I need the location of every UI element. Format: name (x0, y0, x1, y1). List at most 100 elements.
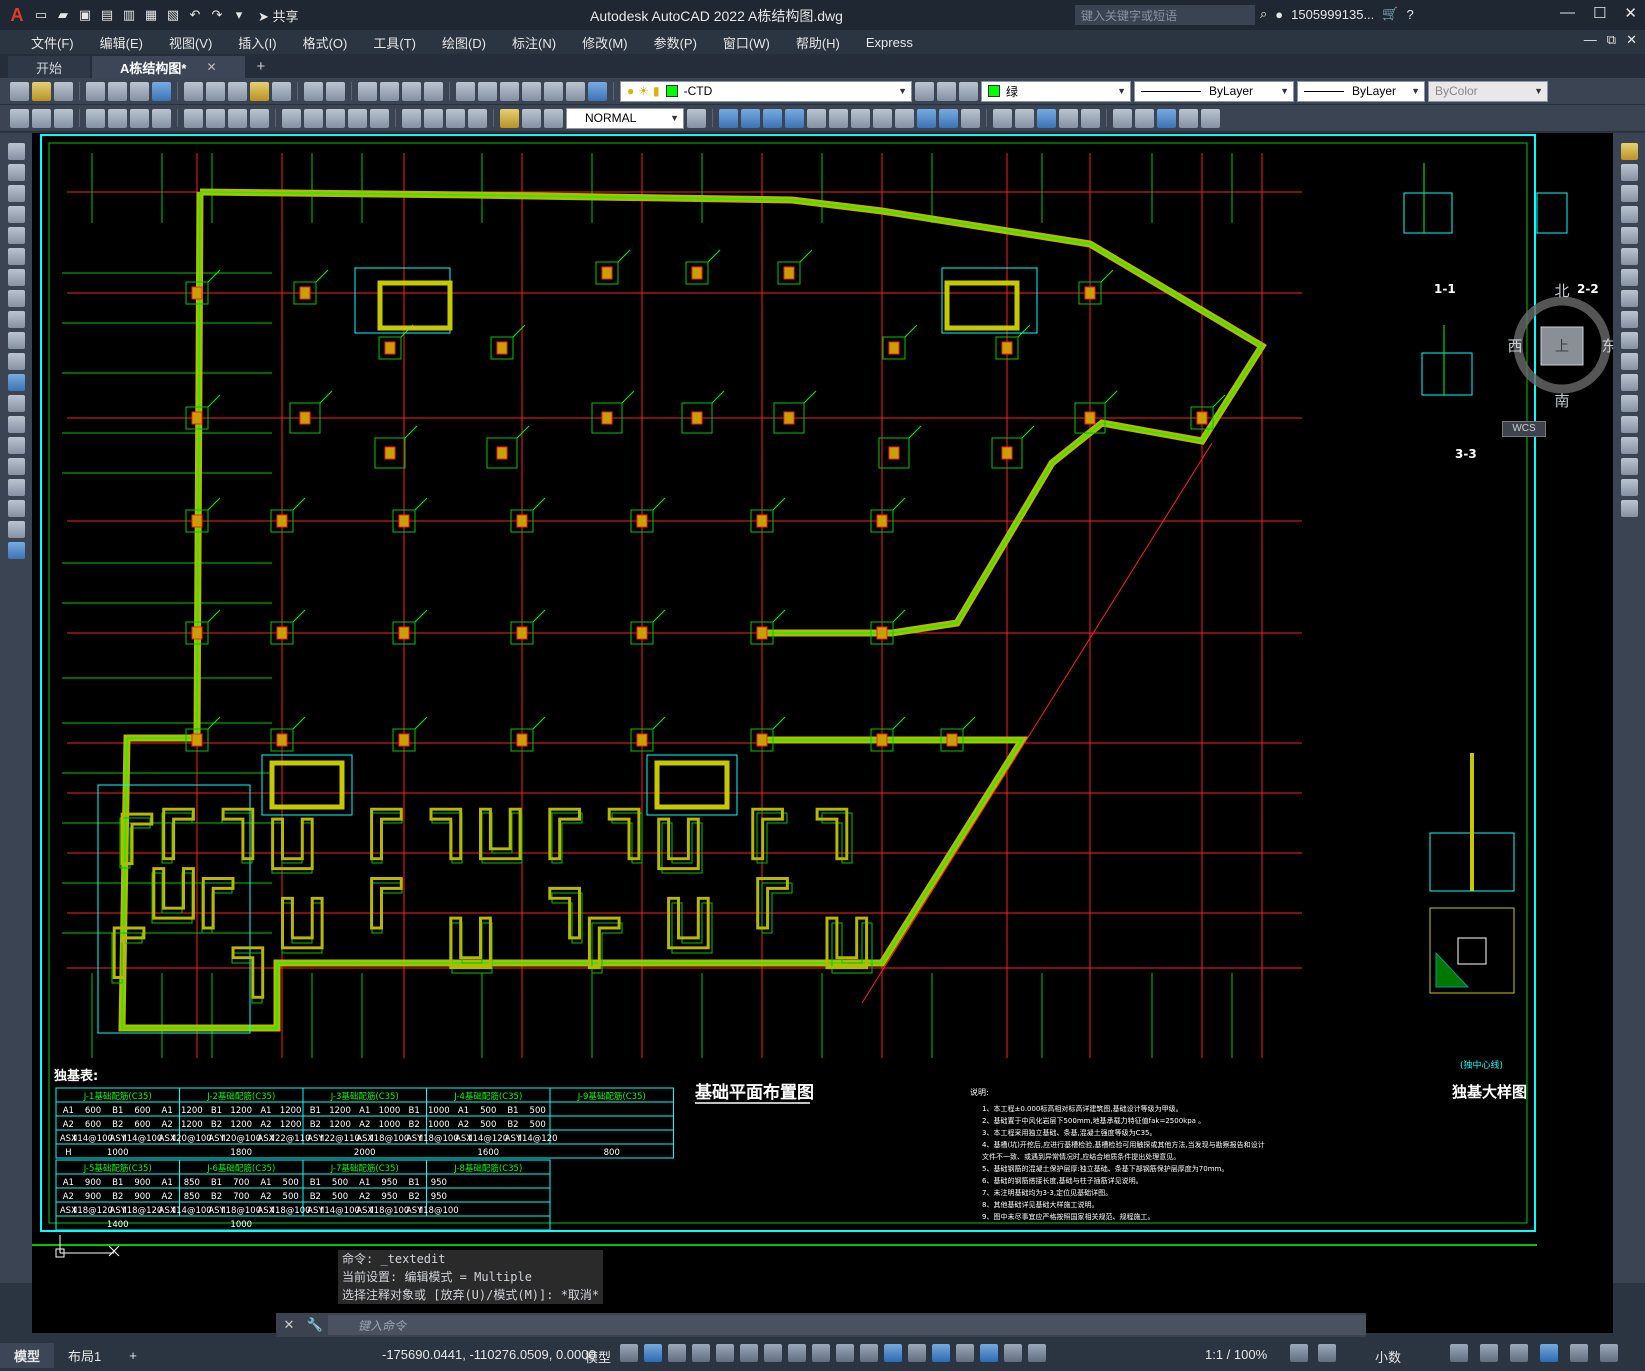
compass-east[interactable]: 东 (1601, 337, 1613, 355)
arc-length-icon[interactable] (130, 108, 149, 128)
express-tool-20-icon[interactable] (1157, 108, 1176, 128)
express-tool-18-icon[interactable] (1113, 108, 1132, 128)
compass-west[interactable]: 西 (1507, 337, 1522, 355)
ortho-icon[interactable] (692, 1344, 710, 1362)
stretch-icon[interactable] (1620, 311, 1638, 328)
annotation-scale-icon[interactable] (1028, 1344, 1046, 1362)
tab-layout1[interactable]: 布局1 (54, 1343, 115, 1368)
annotation-scale[interactable]: 1:1 / 100% (1205, 1347, 1267, 1362)
units-display[interactable]: 小数 (1375, 1347, 1401, 1366)
cut-icon[interactable] (184, 81, 203, 101)
express-tool-3-icon[interactable] (763, 108, 782, 128)
save-web-icon[interactable]: ▦ (142, 6, 160, 24)
zoom-previous-icon[interactable] (424, 81, 443, 101)
express-tool-14-icon[interactable] (1015, 108, 1034, 128)
tab-start[interactable]: 开始 (8, 56, 91, 78)
undo-icon[interactable] (304, 81, 323, 101)
make-block-icon[interactable] (7, 395, 25, 412)
layer-previous-icon[interactable] (937, 81, 956, 101)
add-selected-icon[interactable] (7, 542, 25, 559)
paste-icon[interactable] (228, 81, 247, 101)
move-icon[interactable] (1620, 248, 1638, 265)
open-web-icon[interactable]: ▥ (120, 6, 138, 24)
search-icon[interactable]: ⌕ (1260, 6, 1267, 22)
baseline-dim-icon[interactable] (304, 108, 323, 128)
publish-icon[interactable] (130, 81, 149, 101)
clean-screen-icon[interactable] (1570, 1344, 1588, 1362)
linetype-dropdown[interactable]: ByLayer ▼ (1134, 80, 1294, 102)
redo-icon[interactable] (326, 81, 345, 101)
command-input[interactable]: 键入命令 (328, 1315, 1366, 1335)
doc-restore-icon[interactable]: ⧉ (1607, 32, 1616, 48)
isodraft-icon[interactable] (740, 1344, 758, 1362)
dim-edit-icon[interactable] (500, 108, 519, 128)
menu-parametric[interactable]: 参数(P) (641, 33, 710, 52)
menu-edit[interactable]: 编辑(E) (87, 33, 156, 52)
lineweight-icon[interactable] (812, 1344, 830, 1362)
insert-block-icon[interactable] (7, 374, 25, 391)
menu-help[interactable]: 帮助(H) (783, 33, 853, 52)
express-tool-12-icon[interactable] (961, 108, 980, 128)
jogged-dim-icon[interactable] (206, 108, 225, 128)
properties-icon[interactable] (456, 81, 475, 101)
save-as-icon[interactable]: ▤ (98, 6, 116, 24)
express-tool-19-icon[interactable] (1135, 108, 1154, 128)
workspace-icon[interactable] (1290, 1344, 1308, 1362)
express-tool-10-icon[interactable] (917, 108, 936, 128)
ordinate-dim-icon[interactable] (152, 108, 171, 128)
tab-model[interactable]: 模型 (0, 1343, 55, 1368)
drawing-svg[interactable]: 基础平面布置图 独基表: 独基大样图 (独中心线) 1-1 2-2 3-3 说明… (32, 133, 1613, 1333)
help-icon[interactable]: ? (1406, 7, 1413, 22)
annotation-visibility-icon[interactable] (980, 1344, 998, 1362)
offset-icon[interactable] (1620, 206, 1638, 223)
model-space-button[interactable]: 模型 (585, 1347, 611, 1366)
express-tool-7-icon[interactable] (851, 108, 870, 128)
isolate-objects-icon[interactable] (1510, 1344, 1528, 1362)
lock-ui-icon[interactable] (1480, 1344, 1498, 1362)
express-tool-9-icon[interactable] (895, 108, 914, 128)
open-file-icon[interactable]: ▰ (54, 6, 72, 24)
dim-update-icon[interactable] (32, 108, 51, 128)
line-icon[interactable] (7, 143, 25, 160)
express-tool-22-icon[interactable] (1201, 108, 1220, 128)
save-icon[interactable]: ▣ (76, 6, 94, 24)
mtext-icon[interactable] (7, 521, 25, 538)
drawing-canvas[interactable]: 基础平面布置图 独基表: 独基大样图 (独中心线) 1-1 2-2 3-3 说明… (32, 133, 1613, 1333)
express-tool-21-icon[interactable] (1179, 108, 1198, 128)
layer-dropdown[interactable]: ● ☀ ▮ -CTD ▼ (620, 80, 912, 102)
continue-dim-icon[interactable] (326, 108, 345, 128)
dim-reassociate-icon[interactable] (544, 108, 563, 128)
express-tool-17-icon[interactable] (1081, 108, 1100, 128)
help-icon[interactable] (588, 81, 607, 101)
zoom-window-icon[interactable] (402, 81, 421, 101)
minimize-button[interactable]: — (1560, 4, 1575, 22)
save-icon[interactable] (54, 81, 73, 101)
tool-palettes-icon[interactable] (500, 81, 519, 101)
wcs-menu[interactable]: WCS (1502, 421, 1546, 437)
menu-insert[interactable]: 插入(I) (225, 33, 289, 52)
menu-view[interactable]: 视图(V) (156, 33, 225, 52)
new-file-icon[interactable]: ▭ (32, 6, 50, 24)
hardware-acceleration-icon[interactable] (1540, 1344, 1558, 1362)
spline-icon[interactable] (7, 311, 25, 328)
tab-close-icon[interactable]: ✕ (206, 60, 216, 74)
ellipse-arc-icon[interactable] (7, 353, 25, 370)
dimstyle-dropdown[interactable]: NORMAL ▼ (566, 107, 684, 129)
radius-dim-icon[interactable] (184, 108, 203, 128)
menu-window[interactable]: 窗口(W) (710, 33, 783, 52)
express-tool-6-icon[interactable] (829, 108, 848, 128)
construction-line-icon[interactable] (7, 164, 25, 181)
3d-osnap-icon[interactable] (884, 1344, 902, 1362)
erase-icon[interactable] (1620, 143, 1638, 160)
customization-icon[interactable] (1600, 1344, 1618, 1362)
gizmo-icon[interactable] (956, 1344, 974, 1362)
jogged-linear-icon[interactable] (468, 108, 487, 128)
zoom-realtime-icon[interactable] (380, 81, 399, 101)
snap-icon[interactable] (644, 1344, 662, 1362)
express-tool-4-icon[interactable] (785, 108, 804, 128)
customize-qat-icon[interactable]: ▾ (230, 6, 248, 24)
region-icon[interactable] (7, 479, 25, 496)
express-tool-5-icon[interactable] (807, 108, 826, 128)
grid-icon[interactable] (620, 1344, 638, 1362)
express-tool-16-icon[interactable] (1059, 108, 1078, 128)
